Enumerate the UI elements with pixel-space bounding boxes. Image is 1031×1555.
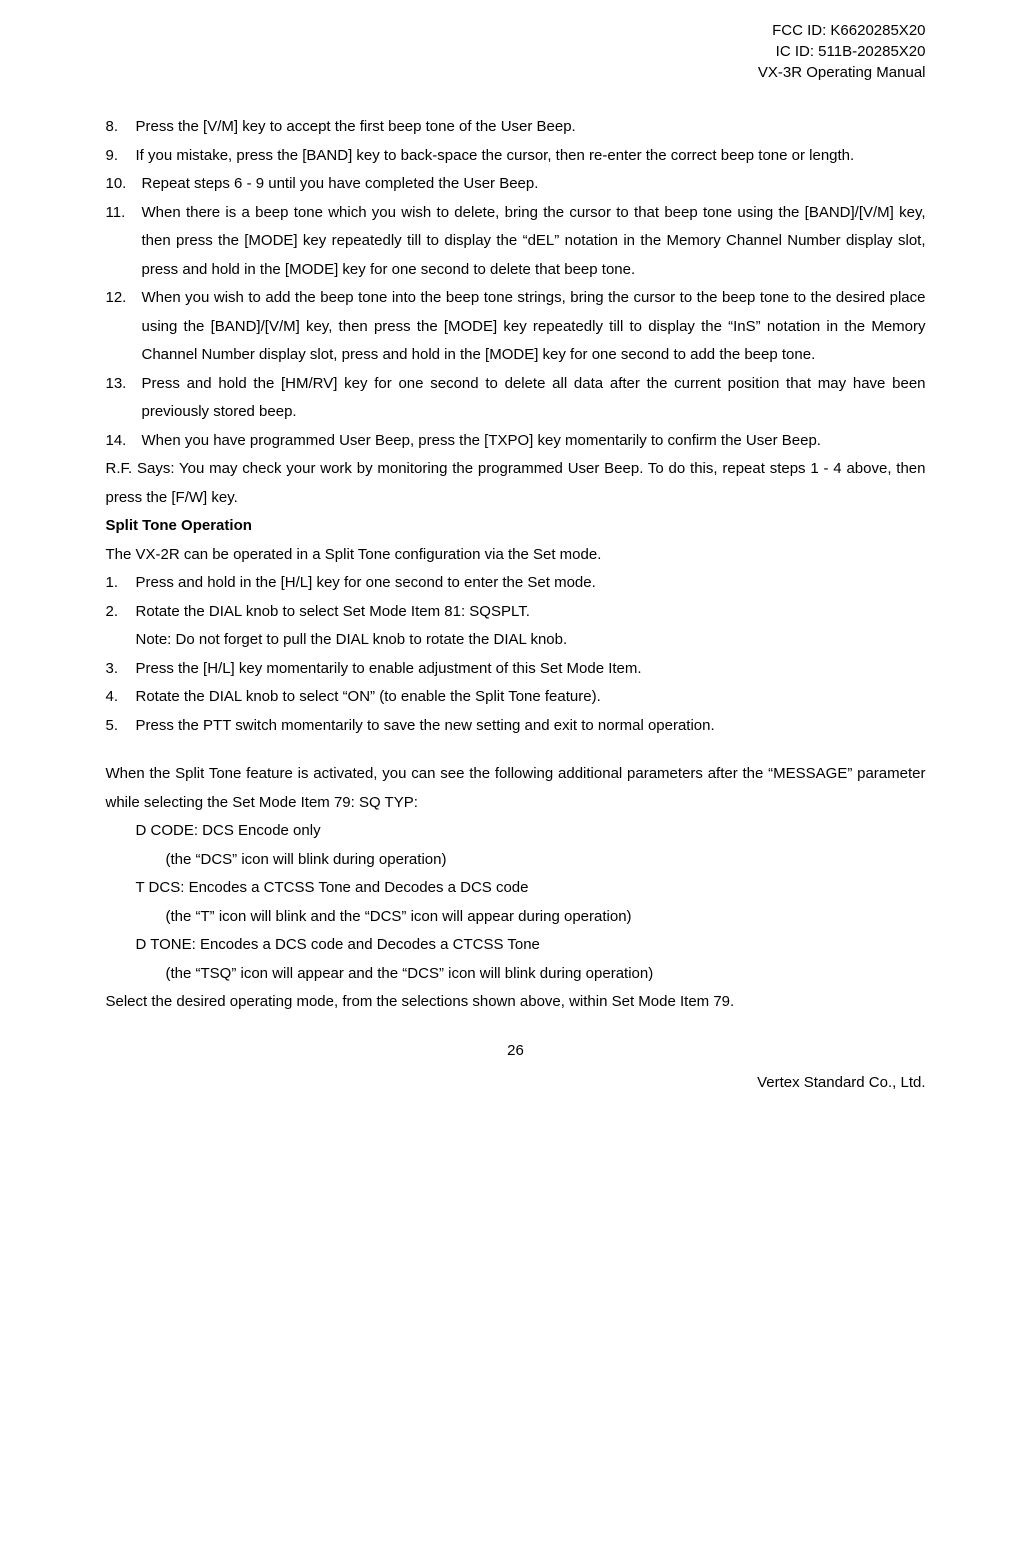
step-number: 12. <box>106 284 142 370</box>
step-number: 14. <box>106 427 142 456</box>
split-step-5: 5. Press the PTT switch momentarily to s… <box>106 712 926 741</box>
step-12: 12. When you wish to add the beep tone i… <box>106 284 926 370</box>
split-step-1: 1. Press and hold in the [H/L] key for o… <box>106 569 926 598</box>
step-13: 13. Press and hold the [HM/RV] key for o… <box>106 370 926 427</box>
param-t-dcs: T DCS: Encodes a CTCSS Tone and Decodes … <box>106 874 926 903</box>
step-text: Press the PTT switch momentarily to save… <box>136 712 926 741</box>
step-text: Press the [H/L] key momentarily to enabl… <box>136 655 926 684</box>
step-number: 2. <box>106 598 136 627</box>
step-number: 4. <box>106 683 136 712</box>
step-number: 3. <box>106 655 136 684</box>
step-number: 13. <box>106 370 142 427</box>
rf-says-paragraph: R.F. Says: You may check your work by mo… <box>106 455 926 512</box>
step-note: Note: Do not forget to pull the DIAL kno… <box>136 626 926 655</box>
step-number: 11. <box>106 199 142 285</box>
main-content: 8. Press the [V/M] key to accept the fir… <box>106 113 926 1017</box>
step-number: 5. <box>106 712 136 741</box>
split-step-4: 4. Rotate the DIAL knob to select “ON” (… <box>106 683 926 712</box>
step-text: Press and hold the [HM/RV] key for one s… <box>142 370 926 427</box>
step-14: 14. When you have programmed User Beep, … <box>106 427 926 456</box>
param-d-code-sub: (the “DCS” icon will blink during operat… <box>106 846 926 875</box>
step-8: 8. Press the [V/M] key to accept the fir… <box>106 113 926 142</box>
step-text: Press the [V/M] key to accept the first … <box>136 113 926 142</box>
step-number: 1. <box>106 569 136 598</box>
step-text: Press and hold in the [H/L] key for one … <box>136 569 926 598</box>
step-text: Repeat steps 6 - 9 until you have comple… <box>142 170 926 199</box>
document-page: FCC ID: K6620285X20 IC ID: 511B-20285X20… <box>66 0 966 1128</box>
param-d-tone: D TONE: Encodes a DCS code and Decodes a… <box>106 931 926 960</box>
step-text: When you have programmed User Beep, pres… <box>142 427 926 456</box>
split-step-2: 2. Rotate the DIAL knob to select Set Mo… <box>106 598 926 627</box>
step-text: Rotate the DIAL knob to select Set Mode … <box>136 598 926 627</box>
page-header: FCC ID: K6620285X20 IC ID: 511B-20285X20… <box>106 20 926 83</box>
fcc-id: FCC ID: K6620285X20 <box>106 20 926 41</box>
step-11: 11. When there is a beep tone which you … <box>106 199 926 285</box>
ic-id: IC ID: 511B-20285X20 <box>106 41 926 62</box>
select-mode-line: Select the desired operating mode, from … <box>106 988 926 1017</box>
step-number: 9. <box>106 142 136 171</box>
param-d-code: D CODE: DCS Encode only <box>106 817 926 846</box>
step-text: If you mistake, press the [BAND] key to … <box>136 142 926 171</box>
step-number: 8. <box>106 113 136 142</box>
split-step-2-note: Note: Do not forget to pull the DIAL kno… <box>106 626 926 655</box>
page-number: 26 <box>106 1037 926 1066</box>
split-step-3: 3. Press the [H/L] key momentarily to en… <box>106 655 926 684</box>
company-name: Vertex Standard Co., Ltd. <box>106 1069 926 1098</box>
step-number <box>106 626 136 655</box>
split-tone-intro: The VX-2R can be operated in a Split Ton… <box>106 541 926 570</box>
manual-title: VX-3R Operating Manual <box>106 62 926 83</box>
param-t-dcs-sub: (the “T” icon will blink and the “DCS” i… <box>106 903 926 932</box>
param-d-tone-sub: (the “TSQ” icon will appear and the “DCS… <box>106 960 926 989</box>
step-text: When you wish to add the beep tone into … <box>142 284 926 370</box>
split-tone-params-intro: When the Split Tone feature is activated… <box>106 760 926 817</box>
split-tone-heading: Split Tone Operation <box>106 512 926 541</box>
step-text: When there is a beep tone which you wish… <box>142 199 926 285</box>
step-9: 9. If you mistake, press the [BAND] key … <box>106 142 926 171</box>
step-10: 10. Repeat steps 6 - 9 until you have co… <box>106 170 926 199</box>
step-number: 10. <box>106 170 142 199</box>
step-text: Rotate the DIAL knob to select “ON” (to … <box>136 683 926 712</box>
page-footer: 26 Vertex Standard Co., Ltd. <box>106 1037 926 1098</box>
